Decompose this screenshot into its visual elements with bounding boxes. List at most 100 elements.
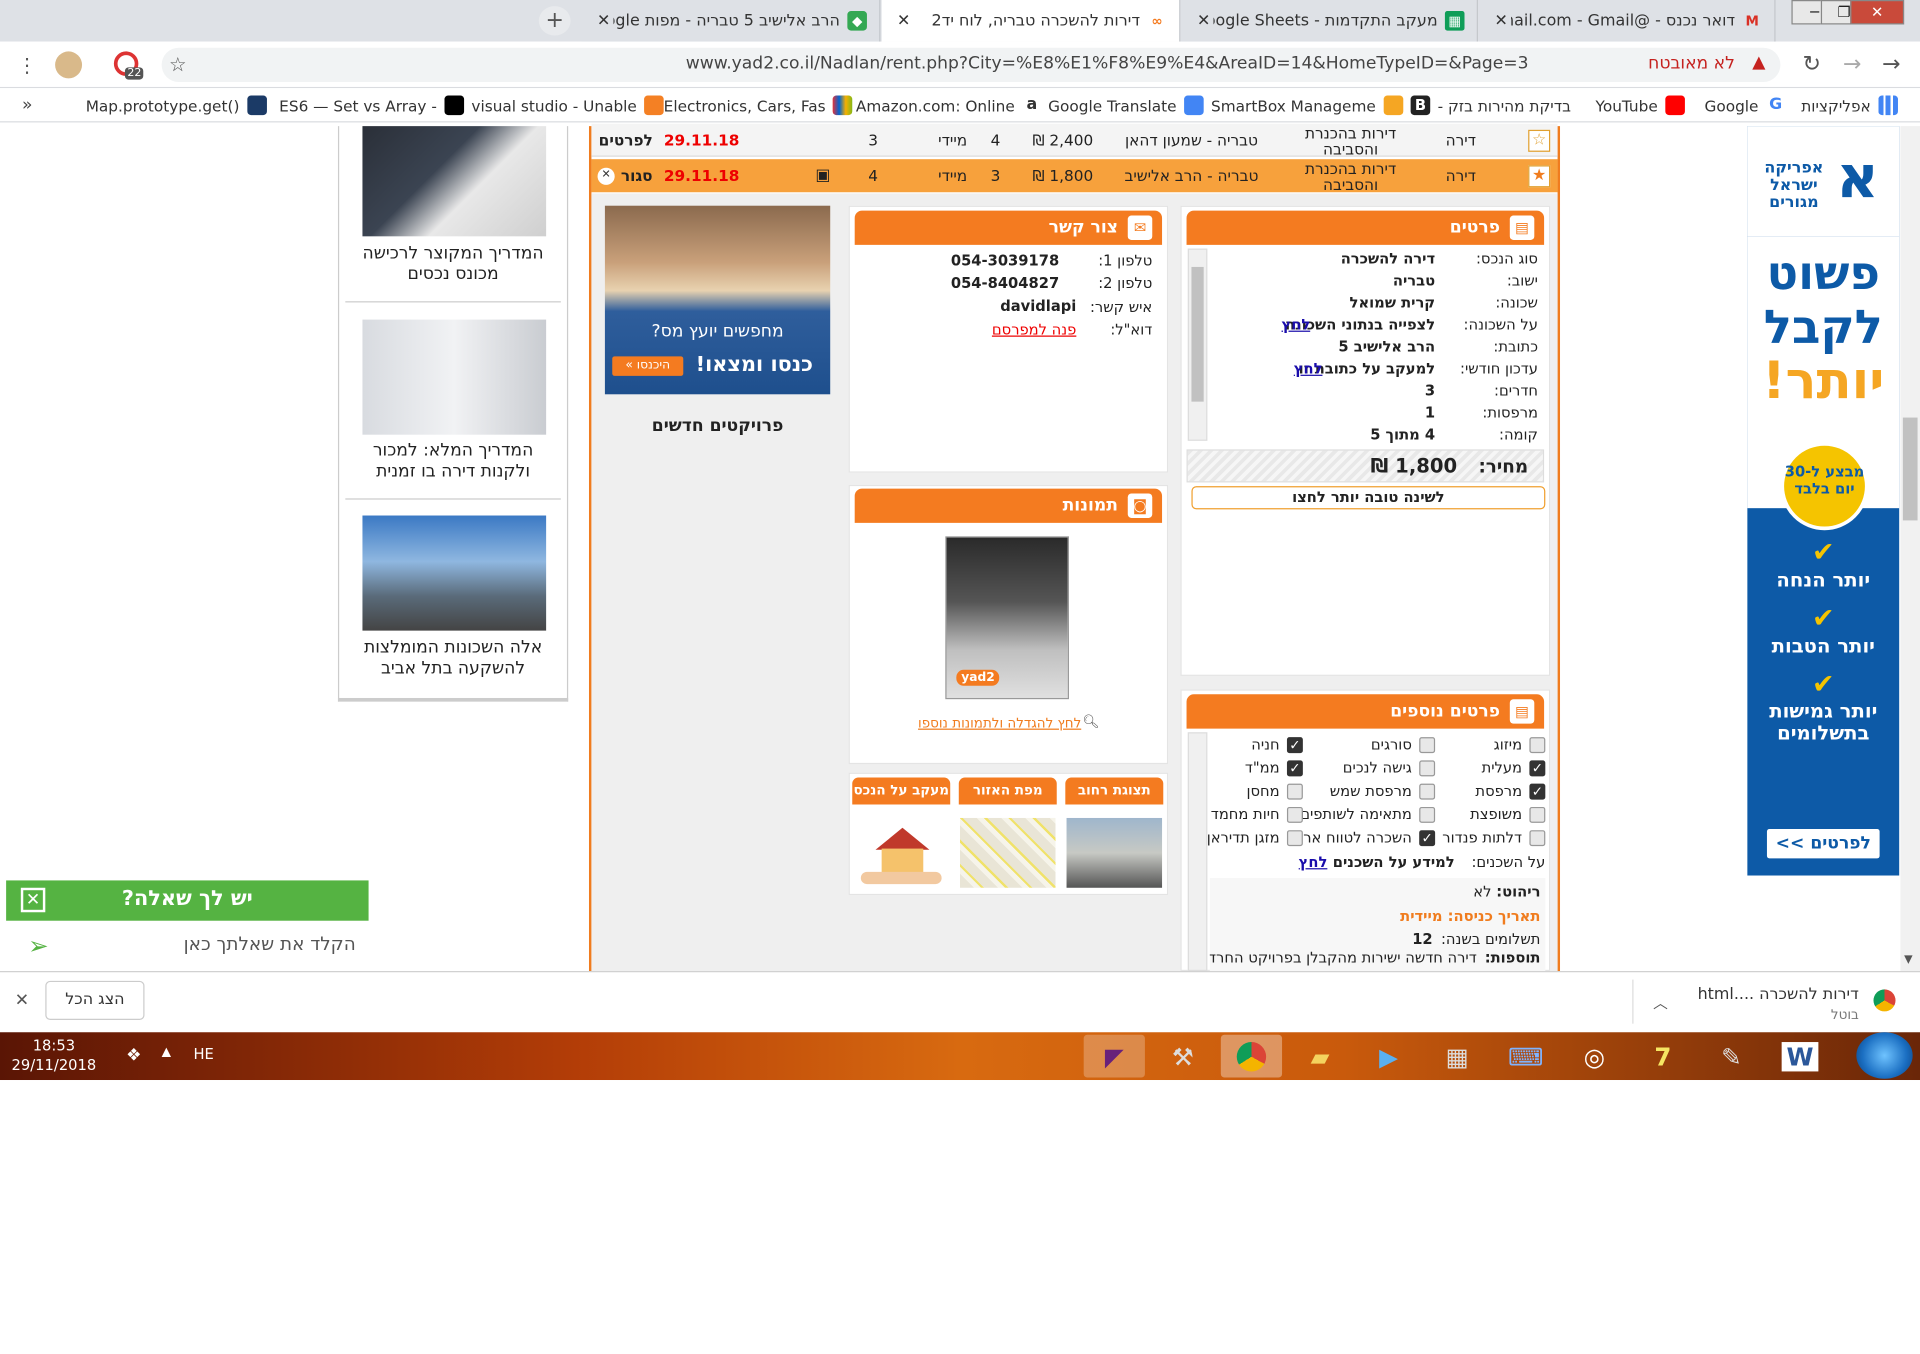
amenity-balcony[interactable]: ✓ מרפסת bbox=[1475, 782, 1546, 800]
checkbox[interactable] bbox=[1529, 829, 1546, 846]
neighborhood-link[interactable]: לחץ bbox=[1282, 316, 1311, 333]
seven-icon[interactable]: 7 bbox=[1632, 1035, 1693, 1078]
bookmark-visual-studio[interactable]: visual studio - Unable bbox=[471, 93, 664, 117]
checkbox[interactable] bbox=[1286, 783, 1303, 799]
reload-icon[interactable]: ↻ bbox=[1802, 51, 1820, 77]
checkbox[interactable] bbox=[1419, 736, 1436, 753]
star-icon[interactable]: ☆ bbox=[169, 53, 187, 76]
amenity-sun-balcony[interactable]: מרפסת שמש bbox=[1330, 782, 1436, 800]
checkbox[interactable] bbox=[1419, 783, 1436, 799]
phone1-value[interactable]: 054-3039178 bbox=[951, 252, 1059, 269]
favorite-star-icon[interactable]: ★ bbox=[1528, 164, 1551, 187]
show-all-button[interactable]: הצג הכל bbox=[45, 980, 145, 1021]
promo-banner[interactable]: מחפשים יועץ מס? כנסו ומצאו! היכנסו » bbox=[604, 205, 831, 395]
chevron-up-icon[interactable]: ︿ bbox=[1653, 992, 1668, 1013]
checkbox-checked[interactable]: ✓ bbox=[1419, 829, 1436, 846]
checkbox-checked[interactable]: ✓ bbox=[1529, 759, 1546, 776]
tab-sheets[interactable]: ✕ מעקב התקדמות - Google Sheets ▦ bbox=[1181, 0, 1478, 42]
close-listing-link[interactable]: סגור bbox=[618, 159, 655, 192]
close-tab-icon[interactable]: ✕ bbox=[594, 12, 614, 30]
amenity-parking[interactable]: ✓ חניה bbox=[1251, 736, 1303, 753]
checkbox[interactable] bbox=[1286, 829, 1303, 846]
checkbox[interactable] bbox=[1286, 806, 1303, 823]
sleep-button[interactable]: לשינה טובה יותר לחצו bbox=[1191, 486, 1546, 510]
checkbox-checked[interactable]: ✓ bbox=[1529, 783, 1546, 799]
favorite-star-icon[interactable]: ☆ bbox=[1528, 129, 1551, 152]
visual-studio-icon[interactable]: ◤ bbox=[1083, 1034, 1145, 1078]
disc-icon[interactable]: ◎ bbox=[1564, 1035, 1625, 1078]
amenity-ac[interactable]: מיזוג bbox=[1494, 736, 1546, 753]
article-image[interactable] bbox=[362, 515, 547, 631]
send-icon[interactable]: ➢ bbox=[28, 931, 49, 960]
close-tab-icon[interactable]: ✕ bbox=[1491, 12, 1511, 30]
amenity-storage[interactable]: מחסן bbox=[1246, 782, 1303, 800]
media-player-icon[interactable]: ▶ bbox=[1358, 1035, 1419, 1078]
start-button[interactable] bbox=[1856, 1032, 1913, 1079]
checkbox[interactable] bbox=[1529, 736, 1546, 753]
listing-row-selected[interactable]: ★ דירה דירות בהכנרת והסביבה טבריה - הרב … bbox=[591, 159, 1558, 193]
enlarge-photos-link[interactable]: לחץ להגדלה ולתמונות נוספו bbox=[912, 715, 1081, 731]
listing-photo[interactable]: yad2 bbox=[945, 536, 1069, 700]
bookmark-smartbox[interactable]: SmartBox Manageme bbox=[1211, 93, 1403, 117]
tab-maps[interactable]: ✕ הרב אלישיב 5 טבריה - מפות Google ◆ bbox=[581, 0, 881, 42]
neighbors-link[interactable]: לחץ bbox=[1299, 853, 1328, 870]
scroll-down-icon[interactable]: ▼ bbox=[1904, 954, 1912, 966]
bookmark-apps[interactable]: אפליקציות bbox=[1801, 93, 1898, 117]
phone2-value[interactable]: 054-8404827 bbox=[951, 274, 1059, 291]
chrome-taskbar-icon[interactable] bbox=[1220, 1034, 1283, 1078]
amenity-tadiran-ac[interactable]: מזגן תדיראן bbox=[1207, 829, 1303, 846]
amenity-elevator[interactable]: ✓ מעלית bbox=[1482, 759, 1546, 776]
download-file-name[interactable]: דירות להשכרה ....html bbox=[1685, 986, 1859, 1004]
bookmark-youtube[interactable]: YouTube bbox=[1596, 93, 1685, 117]
promo-button[interactable]: היכנסו » bbox=[612, 356, 684, 376]
language-indicator[interactable]: HE bbox=[193, 1046, 213, 1063]
checkbox-checked[interactable]: ✓ bbox=[1286, 759, 1303, 776]
email-link[interactable]: פנה למפרסם bbox=[992, 321, 1076, 338]
back-icon[interactable]: → bbox=[1882, 51, 1900, 77]
amenity-accessible[interactable]: גישה לנכים bbox=[1343, 759, 1436, 776]
bookmark-amazon[interactable]: Amazon.com: Online a bbox=[856, 93, 1042, 117]
tools-icon[interactable]: ⚒ bbox=[1152, 1035, 1213, 1078]
map-thumbnail[interactable] bbox=[960, 817, 1056, 888]
amenity-pandor-doors[interactable]: דלתות פנדור bbox=[1442, 829, 1546, 846]
details-scrollbar[interactable] bbox=[1187, 248, 1208, 441]
close-circle-icon[interactable]: ✕ bbox=[597, 167, 615, 185]
article-caption[interactable]: המדריך המקוצר לרכישה מכונס נכסים bbox=[355, 244, 551, 286]
tab-yad2[interactable]: ✕ דירות להשכרה טבריה, לוח יד2 ∞ bbox=[881, 0, 1181, 42]
tab-gmail[interactable]: ✕ דואר נכנס - @gmail.com - Gmail M bbox=[1479, 0, 1776, 42]
close-download-bar-icon[interactable]: ✕ bbox=[15, 991, 29, 1011]
checkbox[interactable] bbox=[1419, 759, 1436, 776]
new-projects-title[interactable]: פרויקטים חדשים bbox=[605, 416, 830, 436]
close-window-button[interactable]: ✕ bbox=[1850, 0, 1905, 25]
checkbox-checked[interactable]: ✓ bbox=[1286, 736, 1303, 753]
clock[interactable]: 18:53 29/11/2018 bbox=[5, 1036, 103, 1075]
checkbox[interactable] bbox=[1419, 806, 1436, 823]
close-tab-icon[interactable]: ✕ bbox=[1194, 12, 1214, 30]
article-image[interactable] bbox=[362, 319, 547, 435]
house-thumbnail[interactable] bbox=[853, 817, 949, 888]
bookmark-bezeq[interactable]: בדיקת מהירות בזק -B bbox=[1410, 93, 1571, 117]
street-view-thumbnail[interactable] bbox=[1066, 817, 1163, 888]
chat-header[interactable]: ✕ יש לך שאלה? bbox=[6, 880, 369, 921]
bookmark-map-get[interactable]: Map.prototype.get() bbox=[86, 93, 267, 117]
details-link[interactable]: לפרטים bbox=[596, 124, 655, 157]
amenity-pets[interactable]: חיות מחמד bbox=[1211, 806, 1303, 823]
paint-icon[interactable]: ✎ bbox=[1701, 1035, 1762, 1078]
amenity-roommates[interactable]: מתאימה לשותפים bbox=[1300, 806, 1436, 823]
monthly-update-link[interactable]: לחץ bbox=[1294, 360, 1323, 377]
close-tab-icon[interactable]: ✕ bbox=[894, 12, 914, 30]
listing-row[interactable]: ☆ דירה דירות בהכנרת והסביבה טבריה - שמעו… bbox=[591, 123, 1558, 157]
bookmark-google[interactable]: Google G bbox=[1705, 93, 1786, 117]
more-bookmarks-icon[interactable]: » bbox=[22, 96, 33, 116]
chat-input[interactable]: ➢ הקלד את שאלתך כאן bbox=[6, 920, 369, 968]
forward-icon[interactable]: → bbox=[1843, 51, 1861, 77]
amenity-safe-room[interactable]: ✓ ממ"ד bbox=[1245, 759, 1303, 776]
article-caption[interactable]: אלה השכונות המומלצות להשקעה בתל אביב bbox=[355, 638, 551, 680]
tray-expand-icon[interactable]: ▲ bbox=[162, 1046, 171, 1059]
menu-dots-icon[interactable]: ⋮ bbox=[17, 54, 37, 77]
video-icon[interactable]: ▦ bbox=[1427, 1035, 1488, 1078]
new-tab-button[interactable]: + bbox=[538, 6, 571, 36]
street-view-button[interactable]: תצוגת רחוב bbox=[1065, 777, 1164, 805]
folder-icon[interactable]: ▰ bbox=[1289, 1035, 1350, 1078]
zoom-icon[interactable]: 🔍︎ bbox=[1082, 714, 1099, 730]
